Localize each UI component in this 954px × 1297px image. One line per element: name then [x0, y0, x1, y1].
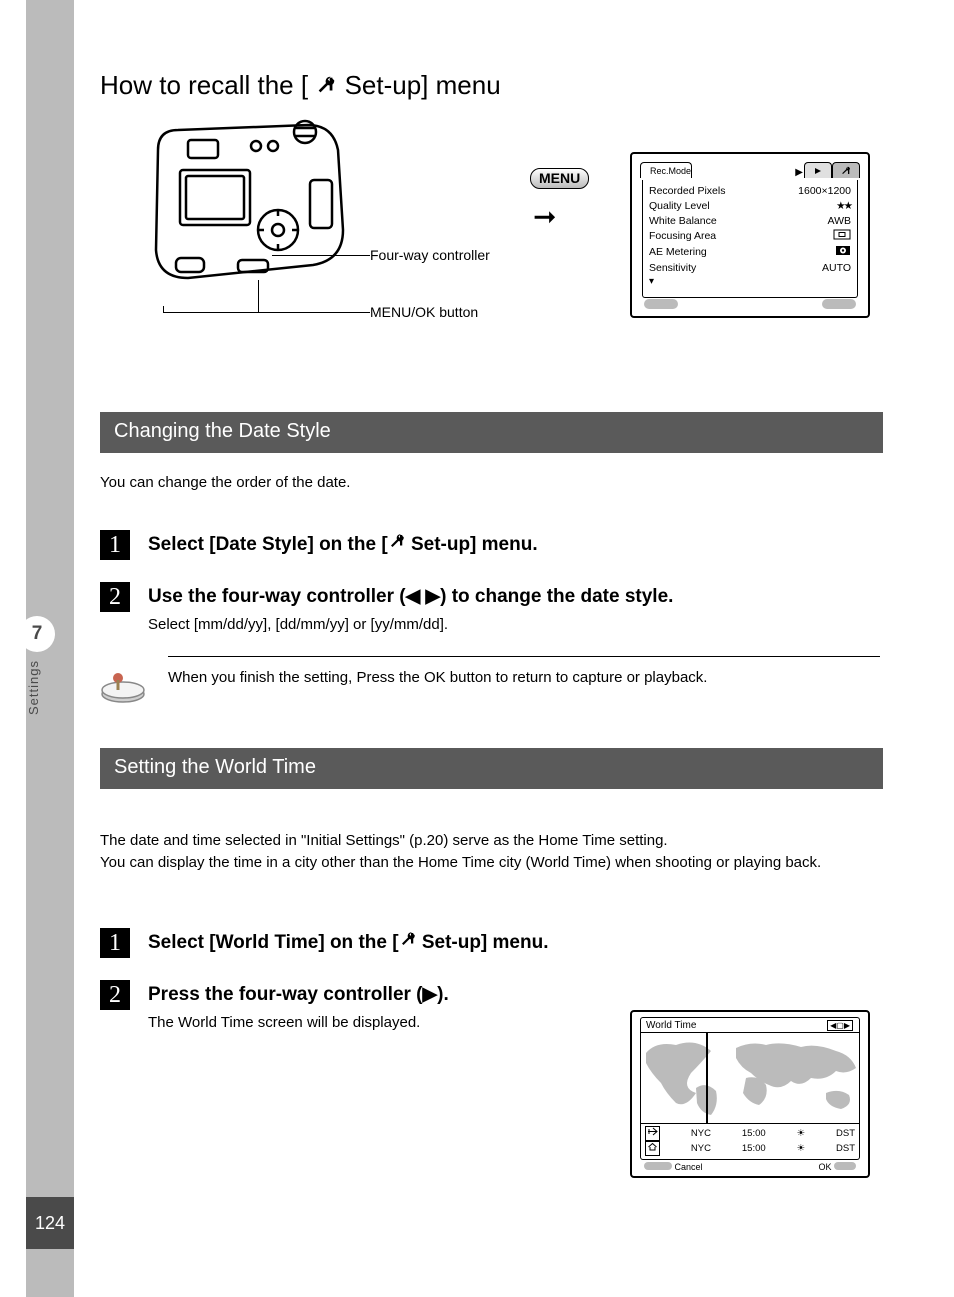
lcd-foot-right-btn	[822, 299, 856, 309]
sun-icon: ☀	[797, 1142, 806, 1155]
step1-text: Select [Date Style] on the [ Set-up] men…	[148, 532, 883, 558]
step-number-2: 2	[100, 582, 130, 612]
camera-illustration	[138, 110, 358, 300]
section2-intro: The date and time selected in "Initial S…	[100, 808, 883, 874]
wt-title-bar: World Time ◀▢▶	[640, 1017, 860, 1033]
lcd-tab-rec: Rec.Mode	[640, 162, 692, 178]
step2-text: Use the four-way controller (◀ ▶) to cha…	[148, 584, 883, 610]
wt-foot-ok-label: OK	[818, 1162, 831, 1172]
page-title: How to recall the [ Set-up] menu	[100, 70, 501, 103]
lcd-row-label: Recorded Pixels	[649, 184, 725, 199]
lcd-row-label: Focusing Area	[649, 229, 716, 245]
section1-intro: You can change the order of the date.	[100, 472, 883, 494]
nav-arrows-icon: ◀▢▶	[827, 1020, 853, 1031]
lcd-tab-playback	[804, 162, 832, 178]
callout-four-way-controller: Four-way controller	[370, 247, 490, 263]
section-tab-number: 7	[32, 623, 43, 645]
world-time-screen: World Time ◀▢▶ NYC 15:00 ☀ DST NYC 1	[630, 1010, 870, 1178]
lcd-foot-left: MENU Exit	[644, 299, 678, 312]
callout-line	[272, 255, 370, 256]
lcd-menu-screen: Rec.Mode ▶ Recorded Pixels 1600×1200 Qual…	[630, 152, 870, 318]
lcd-row-value: 1600×1200	[798, 184, 851, 199]
section-heading-world-time: Setting the World Time	[100, 748, 883, 789]
wt-dst-label: DST	[836, 1127, 855, 1140]
memo-text: When you finish the setting, Press the O…	[168, 656, 880, 689]
lcd-scroll-down-icon: ▾	[649, 276, 851, 287]
lcd-row-label: Sensitivity	[649, 261, 696, 276]
callout-line	[163, 306, 164, 312]
wt-foot-right-btn	[834, 1162, 856, 1170]
page-number: 124	[26, 1197, 74, 1249]
section2-step1-text: Select [World Time] on the [ Set-up] men…	[148, 930, 883, 956]
menu-button-graphic: MENU	[530, 168, 589, 189]
lcd-row-value: AUTO	[822, 261, 851, 276]
wt-dst-label: DST	[836, 1142, 855, 1155]
wt-dest-city: NYC	[691, 1127, 711, 1140]
arrow-right-icon: ➞	[533, 200, 556, 233]
section2-step2-subtext: The World Time screen will be displayed.	[148, 1012, 596, 1034]
lcd-row-value: AWB	[827, 214, 851, 229]
section2-step2-text: Press the four-way controller (▶).	[148, 982, 596, 1008]
callout-line	[163, 312, 370, 313]
lcd-tab-setup	[832, 162, 860, 178]
lcd-row-label: White Balance	[649, 214, 717, 229]
sun-icon: ☀	[797, 1127, 806, 1140]
section-tab-marker: 7	[19, 616, 55, 652]
wt-foot-cancel: Cancel	[675, 1162, 703, 1172]
home-icon	[645, 1141, 660, 1156]
memo-icon	[100, 668, 146, 704]
lcd-row-label: Quality Level	[649, 199, 710, 214]
play-icon	[813, 166, 823, 176]
lcd-tabs: Rec.Mode ▶	[640, 160, 860, 178]
step-number-1: 1	[100, 530, 130, 560]
lcd-row-label: AE Metering	[649, 245, 707, 261]
section-heading-date-style: Changing the Date Style	[100, 412, 883, 453]
callout-menu-ok-button: MENU/OK button	[370, 304, 478, 320]
wt-home-city: NYC	[691, 1142, 711, 1155]
side-tab-label: Settings	[26, 660, 74, 715]
step-number-2: 2	[100, 980, 130, 1010]
wrench-icon	[399, 930, 417, 956]
lcd-row-value: ★★	[836, 199, 851, 214]
focus-area-icon	[833, 229, 851, 245]
wrench-icon	[388, 532, 406, 558]
metering-icon	[835, 245, 851, 261]
plane-icon	[645, 1126, 660, 1141]
wrench-icon	[841, 166, 851, 176]
wrench-icon	[315, 72, 337, 103]
wt-home-time: 15:00	[742, 1142, 766, 1155]
step-number-1: 1	[100, 928, 130, 958]
callout-line	[258, 280, 259, 312]
wt-dest-time: 15:00	[742, 1127, 766, 1140]
wt-foot-left-btn	[644, 1162, 672, 1170]
world-map	[640, 1032, 860, 1124]
step2-subtext: Select [mm/dd/yy], [dd/mm/yy] or [yy/mm/…	[148, 614, 883, 636]
